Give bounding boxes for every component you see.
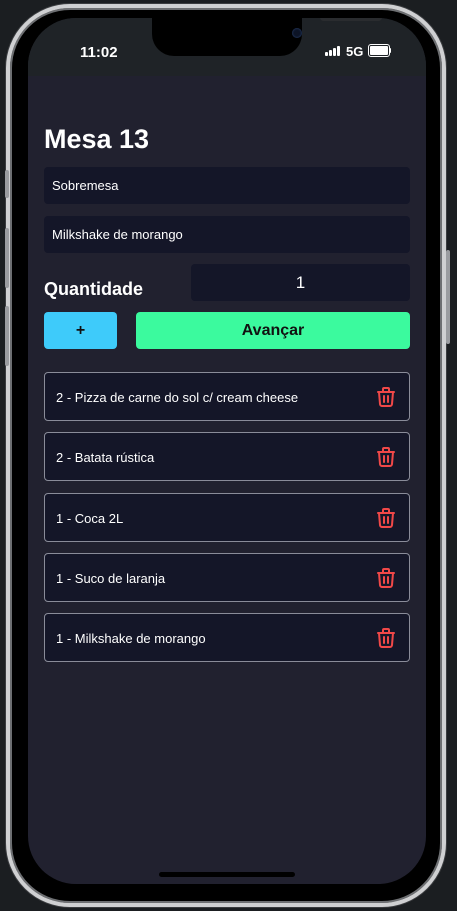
- order-item-text: 1 - Suco de laranja: [56, 571, 166, 586]
- order-item: 2 - Pizza de carne do sol c/ cream chees…: [44, 372, 410, 421]
- battery-tip: [389, 48, 391, 53]
- notch: [152, 18, 382, 56]
- page-title: Mesa 13: [44, 124, 150, 154]
- trash-icon[interactable]: [374, 626, 398, 650]
- order-item-text: 1 - Milkshake de morango: [56, 631, 206, 646]
- order-item-text: 2 - Batata rústica: [56, 450, 155, 465]
- order-item: 1 - Coca 2L: [44, 493, 410, 542]
- volume-down-button: [5, 306, 9, 366]
- battery-icon: [368, 44, 390, 57]
- signal-bars-icon: [325, 44, 343, 56]
- phone-screen: 11:02 5G Mesa 13 Quantidade + Avançar 2 …: [28, 18, 426, 884]
- order-item: 1 - Milkshake de morango: [44, 613, 410, 662]
- order-item: 1 - Suco de laranja: [44, 553, 410, 602]
- camera-icon: [292, 28, 302, 38]
- category-field[interactable]: [44, 167, 410, 204]
- power-button: [446, 250, 450, 344]
- order-item-text: 1 - Coca 2L: [56, 511, 124, 526]
- mute-switch: [5, 170, 9, 198]
- volume-up-button: [5, 228, 9, 288]
- trash-icon[interactable]: [374, 385, 398, 409]
- order-item: 2 - Batata rústica: [44, 432, 410, 481]
- battery-level: [370, 46, 388, 55]
- trash-icon[interactable]: [374, 445, 398, 469]
- product-field[interactable]: [44, 216, 410, 253]
- add-item-button[interactable]: +: [44, 312, 117, 349]
- trash-icon[interactable]: [374, 566, 398, 590]
- network-type: 5G: [346, 44, 364, 59]
- trash-icon[interactable]: [374, 506, 398, 530]
- order-item-text: 2 - Pizza de carne do sol c/ cream chees…: [56, 390, 299, 405]
- home-indicator: [159, 872, 295, 877]
- status-bar: 11:02 5G: [28, 18, 426, 76]
- status-time: 11:02: [80, 44, 118, 61]
- quantity-label: Quantidade: [44, 279, 144, 299]
- advance-button[interactable]: Avançar: [136, 312, 410, 349]
- quantity-input[interactable]: [191, 264, 410, 301]
- speaker: [320, 18, 382, 21]
